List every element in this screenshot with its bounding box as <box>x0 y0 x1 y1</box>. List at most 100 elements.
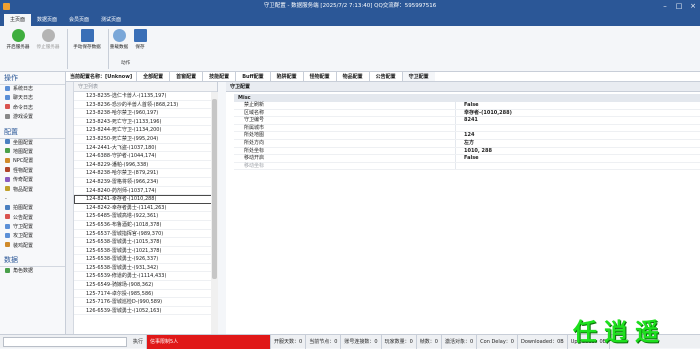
property-value[interactable]: 左方 <box>456 140 700 147</box>
save-button[interactable]: 保存 <box>130 29 150 50</box>
execute-button[interactable]: 执行 <box>130 334 148 349</box>
property-value[interactable] <box>456 163 700 170</box>
list-item[interactable]: 124-8238-哈尔禁卫-(879,291) <box>74 169 217 178</box>
list-item[interactable]: 125-6539-修道的勇士-(1114,433) <box>74 272 217 282</box>
tab-window-config[interactable]: 首窗配置 <box>169 72 202 81</box>
property-category[interactable]: Misc <box>234 94 700 102</box>
list-item[interactable]: 124-2441-大飞盗-(1037,180) <box>74 144 217 153</box>
property-value[interactable]: 124 <box>456 132 700 139</box>
list-item[interactable]: 124-8242-幸存者勇士-(1141,263) <box>74 204 217 213</box>
list-item[interactable]: 125-6538-雷城勇士-(1021,378) <box>74 247 217 256</box>
current-config-caption: 当前配置名称：[Unknow] <box>70 74 133 80</box>
property-key: 守卫编号 <box>234 117 456 124</box>
list-item[interactable]: 123-8235-选仁卡兽人-(1135,197) <box>74 92 217 101</box>
command-input[interactable] <box>3 336 127 347</box>
property-value[interactable]: False <box>456 102 700 109</box>
property-row[interactable]: 移动开启 False <box>234 155 700 163</box>
property-value[interactable]: 8241 <box>456 117 700 124</box>
sidebar-item-game-settings[interactable]: 游戏设置 <box>0 113 65 122</box>
list-item[interactable]: 125-7174-卓尔投-(985,586) <box>74 290 217 299</box>
list-item[interactable]: 126-6539-雷城勇士-(1052,163) <box>74 307 217 316</box>
list-item[interactable]: 124-8241-幸存者-(1010,288) <box>74 195 217 204</box>
sidebar-item-config[interactable]: NPC配置 <box>0 157 65 166</box>
sidebar-item-config[interactable]: - <box>0 195 65 204</box>
property-row[interactable]: 守卫编号 8241 <box>234 117 700 125</box>
sidebar-item-system-log[interactable]: 系统日志 <box>0 85 65 94</box>
sidebar-ops-header[interactable]: 操作 <box>0 72 65 85</box>
close-icon[interactable]: × <box>686 0 700 13</box>
sidebar-item-character-data[interactable]: 角色数据 <box>0 267 65 276</box>
tab-main[interactable]: 主页面 <box>4 14 32 26</box>
property-row[interactable]: 所处方向 左方 <box>234 139 700 148</box>
list-item[interactable]: 124-8240-药剂师-(1037,174) <box>74 187 217 196</box>
list-item[interactable]: 124-8239-雷格将领-(966,234) <box>74 178 217 187</box>
tab-member[interactable]: 会员页面 <box>63 14 95 26</box>
property-value[interactable]: False <box>456 155 700 162</box>
list-item[interactable]: 123-8243-死亡守卫-(1133,196) <box>74 118 217 127</box>
reload-data-button[interactable]: 重载数据 <box>108 29 130 50</box>
sidebar-item-config[interactable]: 公告配置 <box>0 214 65 223</box>
tab-monster-config[interactable]: 怪物配置 <box>302 72 336 81</box>
list-item[interactable]: 125-6536-布鲁酒蛇-(1018,378) <box>74 221 217 230</box>
guard-list: 123-8235-选仁卡兽人-(1135,197) 123-8236-恐沙的半兽人… <box>74 92 217 316</box>
list-item[interactable]: 124-8229-潘帕-(996,338) <box>74 161 217 170</box>
sidebar-item-config[interactable]: 装鸡配置 <box>0 242 65 251</box>
list-item[interactable]: 123-8244-死亡守卫-(1134,200) <box>74 126 217 135</box>
list-scrollbar[interactable] <box>211 92 218 334</box>
list-item[interactable]: 125-6549-骑嫁场-(908,362) <box>74 281 217 290</box>
property-row[interactable]: 禁止刷新 False <box>234 102 700 110</box>
list-item[interactable]: 123-8250-死亡禁卫-(995,204) <box>74 135 217 144</box>
start-server-button[interactable]: 开启服务器 <box>1 29 35 50</box>
tab-all-config[interactable]: 全部配置 <box>136 72 169 81</box>
list-item[interactable]: 125-6485-雷城高塔-(922,361) <box>74 212 217 221</box>
scrollbar-thumb[interactable] <box>212 99 217 279</box>
stat-account-connections: 账号连接数：0 <box>341 334 382 349</box>
property-value[interactable]: 幸存者-(1010,288) <box>456 110 700 117</box>
list-item[interactable]: 123-8238-哈尔禁卫-(960,197) <box>74 109 217 118</box>
tab-trap-config[interactable]: 陷阱配置 <box>269 72 303 81</box>
list-item[interactable]: 125-6538-雷城勇士-(926,337) <box>74 255 217 264</box>
sidebar-item-guard-config[interactable]: 守卫配置 <box>0 223 65 232</box>
sidebar-item-config[interactable]: 攻卫配置 <box>0 232 65 241</box>
sidebar-item-config[interactable]: 传奇配置 <box>0 176 65 185</box>
tab-notice-config[interactable]: 公告配置 <box>368 72 402 81</box>
list-item[interactable]: 124-6388-守护者-(1044,174) <box>74 152 217 161</box>
sidebar-item-config[interactable]: 拍图配置 <box>0 204 65 213</box>
tab-guard-config[interactable]: 守卫配置 <box>401 72 435 81</box>
sidebar-item-config[interactable]: 地图配置 <box>0 148 65 157</box>
floppy-icon <box>133 29 147 42</box>
list-item[interactable]: 125-6537-雷城指挥官-(989,370) <box>74 230 217 239</box>
sidebar-item-chat-log[interactable]: 聊天日志 <box>0 94 65 103</box>
sidebar-item-config[interactable]: 物品配置 <box>0 186 65 195</box>
tab-test[interactable]: 测试页面 <box>95 14 127 26</box>
minimize-icon[interactable]: – <box>658 0 672 13</box>
property-row[interactable]: 所属城市 <box>234 124 700 133</box>
list-item[interactable]: 125-6538-雷城勇士-(1015,378) <box>74 238 217 247</box>
watermark-logo: 任逍遥 <box>573 317 666 346</box>
property-row[interactable]: 所处坐标 1010, 288 <box>234 147 700 156</box>
property-row[interactable]: 所处地图 124 <box>234 132 700 140</box>
window-controls: – □ × <box>658 0 700 13</box>
manual-save-button[interactable]: 手动保存数据 <box>68 29 106 50</box>
maximize-icon[interactable]: □ <box>672 0 686 13</box>
property-row[interactable]: 移动坐标 <box>234 162 700 171</box>
stop-server-button[interactable]: 停止服务器 <box>31 29 65 50</box>
tab-buff-config[interactable]: Buff配置 <box>235 72 269 81</box>
property-value[interactable] <box>456 125 700 132</box>
tab-skill-config[interactable]: 技能配置 <box>202 72 235 81</box>
sidebar-config-header[interactable]: 配置 <box>0 126 65 139</box>
tab-item-config[interactable]: 物品配置 <box>335 72 369 81</box>
tab-data[interactable]: 数据页面 <box>31 14 63 26</box>
sidebar-item-config[interactable]: 坐图配置 <box>0 139 65 148</box>
sidebar-data-header[interactable]: 数据 <box>0 254 65 268</box>
list-item[interactable]: 125-6538-雷城勇士-(931,342) <box>74 264 217 273</box>
property-value[interactable]: 1010, 288 <box>456 148 700 155</box>
splitter-grip[interactable] <box>66 82 74 334</box>
sidebar-item-config[interactable]: 怪物配置 <box>0 167 65 176</box>
list-item[interactable]: 123-8236-恐沙的半兽人首领-(868,213) <box>74 101 217 110</box>
sidebar-item-label: 传奇配置 <box>13 177 34 184</box>
list-item[interactable]: 125-7176-雷城巡检D-(990,589) <box>74 298 217 307</box>
monster-icon <box>5 167 10 173</box>
property-row[interactable]: 区域名称 幸存者-(1010,288) <box>234 109 700 118</box>
sidebar-item-command-log[interactable]: 命令日志 <box>0 104 65 113</box>
